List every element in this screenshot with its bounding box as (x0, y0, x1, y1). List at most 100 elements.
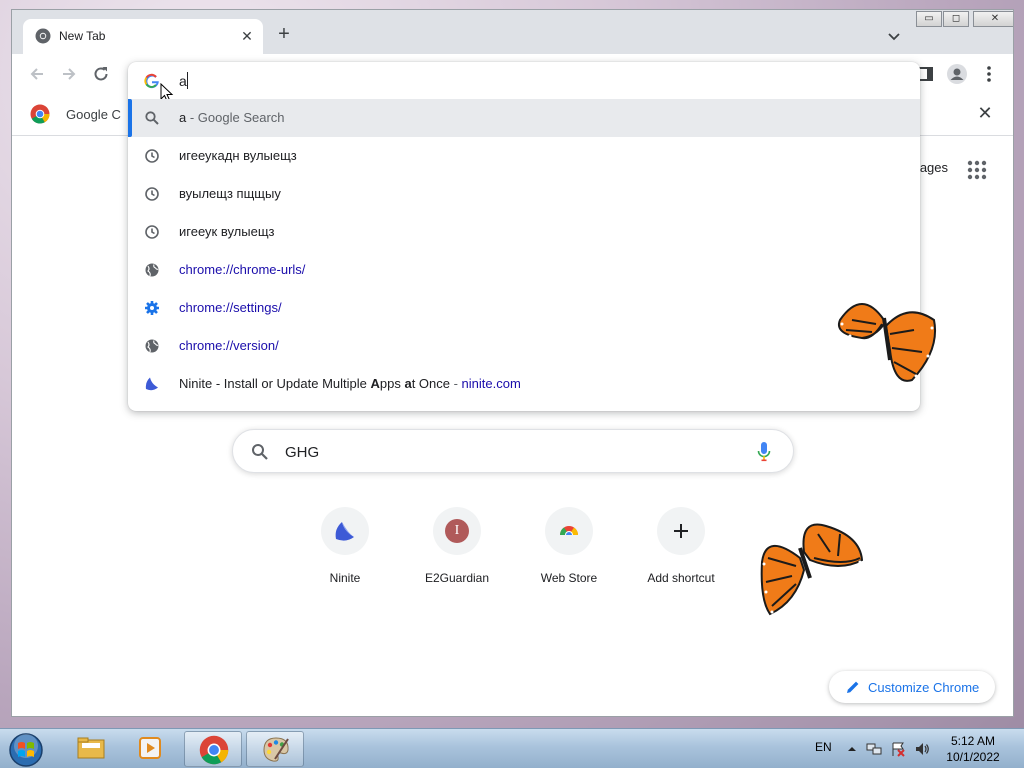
suggestion-item[interactable]: chrome://version/ (128, 327, 920, 365)
taskbar-chrome[interactable] (184, 731, 242, 767)
chrome-logo-icon (30, 104, 50, 124)
customize-chrome-button[interactable]: Customize Chrome (829, 671, 995, 703)
shortcut-label: Web Store (540, 571, 598, 585)
suggestion-text: a - Google Search (179, 110, 285, 125)
tab-title: New Tab (59, 29, 106, 43)
reload-icon[interactable] (92, 65, 110, 83)
microphone-icon[interactable] (757, 442, 771, 462)
globe-icon (145, 339, 159, 353)
chrome-icon (35, 28, 51, 44)
clock-date[interactable]: 10/1/2022 (940, 750, 1006, 764)
network-icon[interactable] (866, 741, 882, 757)
suggestion-item[interactable]: игееукадн вулыещз (128, 137, 920, 175)
suggestion-domain: ninite.com (461, 376, 521, 391)
omnibox-dropdown: a a - Google Search игееукадн вулыещз ву… (128, 62, 920, 411)
ntp-search-box[interactable]: GHG (232, 429, 794, 473)
suggestion-text: chrome://settings/ (179, 300, 282, 315)
butterfly-icon (838, 303, 936, 382)
history-icon (145, 149, 159, 163)
suggestion-list: a - Google Search игееукадн вулыещз вуыл… (128, 99, 920, 403)
taskbar-paint[interactable] (246, 731, 304, 767)
chevron-down-icon[interactable] (886, 28, 902, 44)
forward-arrow-icon[interactable] (60, 65, 78, 83)
shortcut-web-store[interactable]: Web Store (513, 507, 625, 597)
omnibox-text: a (179, 73, 187, 89)
gear-icon (145, 301, 159, 315)
history-icon (145, 187, 159, 201)
suggestion-text: игееукадн вулыещз (179, 148, 297, 163)
suggestion-separator: - (449, 376, 462, 391)
e2guardian-icon: I (445, 519, 469, 543)
action-center-flag-icon[interactable] (890, 741, 906, 757)
close-window-button[interactable]: ✕ (973, 11, 1013, 27)
windows-start-icon[interactable] (8, 732, 44, 768)
butterfly-icon (760, 523, 864, 616)
suggestion-text: игееук вулыещз (179, 224, 275, 239)
suggestion-suffix: - Google Search (186, 110, 285, 125)
restore-button[interactable]: ◻ (943, 11, 969, 27)
chrome-logo-icon (199, 735, 229, 765)
taskbar: EN 5:12 AM 10/1/2022 (0, 728, 1024, 768)
info-bar-close-icon[interactable]: ✕ (977, 104, 993, 122)
shortcut-tile (657, 507, 705, 555)
shortcuts-grid: Ninite I E2Guardian Web Store Add shortc… (289, 507, 789, 597)
globe-icon (145, 263, 159, 277)
new-tab-button[interactable]: + (274, 24, 294, 45)
apps-grid-icon[interactable] (966, 159, 988, 181)
shortcut-label: E2Guardian (424, 571, 490, 585)
clock-time[interactable]: 5:12 AM (940, 734, 1006, 748)
show-hidden-icons-icon[interactable] (844, 741, 860, 757)
shortcut-ninite[interactable]: Ninite (289, 507, 401, 597)
suggestion-match: A (370, 376, 380, 391)
shortcut-tile: I (433, 507, 481, 555)
search-icon (252, 444, 268, 460)
profile-avatar-icon[interactable] (947, 64, 967, 84)
shortcut-tile (321, 507, 369, 555)
pencil-icon (847, 681, 859, 693)
taskbar-media-player[interactable] (122, 731, 180, 767)
omnibox-input[interactable]: a (128, 62, 920, 103)
window-controls: ▭ ◻ ✕ (916, 11, 1013, 27)
suggestion-text: chrome://version/ (179, 338, 279, 353)
paint-palette-icon (263, 737, 289, 762)
back-arrow-icon[interactable] (28, 65, 46, 83)
volume-icon[interactable] (914, 741, 930, 757)
minimize-button[interactable]: ▭ (916, 11, 942, 27)
web-store-icon (560, 526, 578, 540)
shortcut-tile (545, 507, 593, 555)
tab-close-icon[interactable]: ✕ (239, 28, 255, 44)
tab-strip: New Tab ✕ + ▭ ◻ ✕ (12, 10, 1013, 54)
shortcut-e2guardian[interactable]: I E2Guardian (401, 507, 513, 597)
google-g-icon (144, 73, 159, 89)
e2guardian-letter: I (454, 523, 460, 538)
suggestion-text: вуылещз пщщыу (179, 186, 281, 201)
suggestion-part: Ninite - Install or Update Multiple (179, 376, 371, 391)
text-caret (187, 72, 188, 89)
suggestion-part: pps (379, 376, 405, 391)
suggestion-text: Ninite - Install or Update Multiple Apps… (179, 376, 521, 391)
kebab-menu-icon[interactable] (979, 64, 999, 84)
shortcut-add[interactable]: Add shortcut (625, 507, 737, 597)
search-icon (145, 111, 159, 125)
ntp-search-text: GHG (285, 444, 320, 461)
shortcut-label: Add shortcut (647, 571, 715, 585)
language-indicator[interactable]: EN (815, 740, 832, 754)
bookmark-label[interactable]: Google C (66, 107, 121, 122)
shortcut-label: Ninite (329, 571, 361, 585)
suggestion-item[interactable]: игееук вулыещз (128, 213, 920, 251)
suggestion-item[interactable]: a - Google Search (128, 99, 920, 137)
folder-icon (77, 737, 105, 759)
media-player-icon (139, 737, 161, 759)
suggestion-match: a (404, 376, 412, 391)
suggestion-item[interactable]: chrome://settings/ (128, 289, 920, 327)
ninite-icon (145, 377, 158, 391)
suggestion-item[interactable]: Ninite - Install or Update Multiple Apps… (128, 365, 920, 403)
tab-new-tab[interactable]: New Tab ✕ (23, 19, 263, 54)
suggestion-text: chrome://chrome-urls/ (179, 262, 306, 277)
customize-label: Customize Chrome (868, 680, 980, 695)
suggestion-item[interactable]: chrome://chrome-urls/ (128, 251, 920, 289)
taskbar-explorer[interactable] (62, 731, 120, 767)
plus-icon (674, 524, 688, 538)
suggestion-part: t Once (411, 376, 450, 391)
suggestion-item[interactable]: вуылещз пщщыу (128, 175, 920, 213)
